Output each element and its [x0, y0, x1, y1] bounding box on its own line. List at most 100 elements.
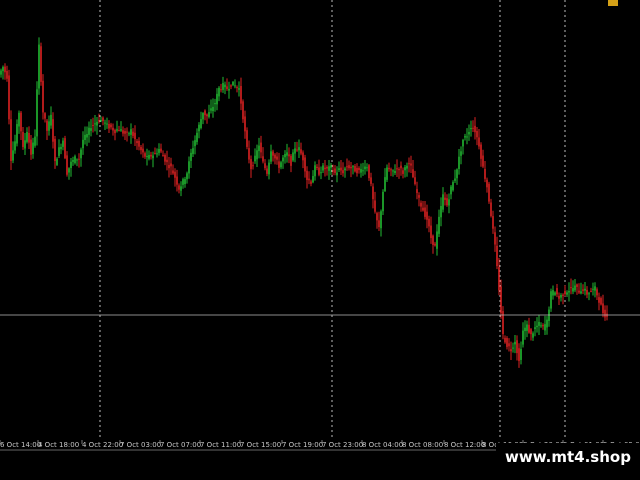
candle-body — [504, 337, 506, 343]
candle-body — [138, 140, 140, 147]
candle-body — [314, 165, 316, 177]
candle-body — [0, 70, 2, 75]
candle-body — [14, 141, 16, 151]
candle-body — [404, 167, 406, 171]
candle-body — [20, 112, 22, 132]
candle-body — [46, 120, 48, 131]
candle-body — [476, 131, 478, 138]
candle-body — [560, 294, 562, 298]
candle-body — [310, 181, 312, 184]
candle-body — [122, 130, 124, 134]
candle-body — [226, 86, 228, 90]
candle-body — [280, 162, 282, 168]
candle-body — [446, 198, 448, 206]
candle-body — [118, 130, 120, 132]
candle-body — [90, 128, 92, 131]
candle-body — [444, 197, 446, 200]
candle-body — [106, 123, 108, 125]
candle-body — [418, 195, 420, 198]
candle-body — [186, 173, 188, 180]
candle-body — [566, 292, 568, 295]
candle-body — [28, 132, 30, 143]
candle-body — [338, 168, 340, 170]
x-tick-label: 8 Oct 04:00 — [362, 441, 403, 449]
candle-body — [574, 285, 576, 291]
candle-body — [40, 46, 42, 82]
candle-body — [604, 309, 606, 318]
candle-body — [500, 286, 502, 314]
candle-body — [350, 166, 352, 169]
candle-body — [598, 297, 600, 303]
candle-body — [352, 166, 354, 168]
candle-body — [152, 155, 154, 159]
candle-body — [486, 179, 488, 188]
candle-body — [296, 149, 298, 151]
candle-body — [450, 186, 452, 195]
candle-body — [288, 154, 290, 157]
candle-body — [420, 202, 422, 207]
candle-body — [564, 290, 566, 295]
candle-body — [92, 124, 94, 126]
candle-body — [72, 159, 74, 162]
candle-body — [232, 82, 234, 86]
candle-body — [540, 325, 542, 327]
candle-body — [36, 89, 38, 137]
candle-body — [276, 156, 278, 160]
candle-body — [34, 136, 36, 146]
candle-body — [144, 153, 146, 157]
candle-body — [178, 185, 180, 190]
candle-body — [80, 149, 82, 159]
candle-body — [82, 139, 84, 149]
candle-body — [298, 147, 300, 151]
candle-body — [204, 110, 206, 116]
candle-body — [58, 147, 60, 156]
candle-body — [98, 120, 100, 122]
candle-body — [452, 182, 454, 191]
chart-area[interactable]: 6 Oct 14:00 4 Oct 18:00 4 Oct 22:00 7 Oct 0… — [0, 0, 640, 480]
candle-body — [332, 170, 334, 172]
candle-body — [334, 168, 336, 173]
candle-body — [192, 148, 194, 154]
candle-body — [458, 156, 460, 170]
candle-body — [212, 106, 214, 112]
candle-body — [586, 289, 588, 295]
candle-body — [570, 287, 572, 289]
candle-body — [134, 132, 136, 140]
candle-body — [260, 142, 262, 153]
candle-body — [480, 144, 482, 159]
candle-body — [580, 291, 582, 294]
candle-body — [214, 102, 216, 105]
candle-body — [394, 170, 396, 174]
candle-body — [282, 157, 284, 162]
candle-body — [388, 167, 390, 170]
candle-body — [364, 166, 366, 170]
candle-body — [400, 165, 402, 169]
candle-body — [162, 155, 164, 157]
candle-body — [578, 290, 580, 293]
candle-body — [430, 225, 432, 239]
candle-body — [164, 154, 166, 162]
candle-body — [4, 66, 6, 73]
candle-body — [328, 166, 330, 171]
candle-body — [572, 288, 574, 292]
candle-body — [140, 146, 142, 151]
candle-body — [456, 169, 458, 179]
candle-body — [234, 85, 236, 87]
candle-body — [270, 151, 272, 162]
candle-body — [176, 176, 178, 185]
candle-body — [320, 172, 322, 174]
candle-body — [482, 155, 484, 167]
candle-body — [454, 178, 456, 181]
candle-body — [416, 189, 418, 193]
candle-body — [494, 232, 496, 245]
candle-body — [424, 207, 426, 217]
candle-body — [436, 231, 438, 249]
candle-body — [322, 165, 324, 171]
candle-body — [12, 150, 14, 161]
candle-body — [376, 213, 378, 221]
candle-body — [510, 349, 512, 352]
candle-body — [112, 127, 114, 131]
candle-body — [374, 200, 376, 212]
candle-body — [412, 169, 414, 178]
candle-body — [50, 114, 52, 126]
